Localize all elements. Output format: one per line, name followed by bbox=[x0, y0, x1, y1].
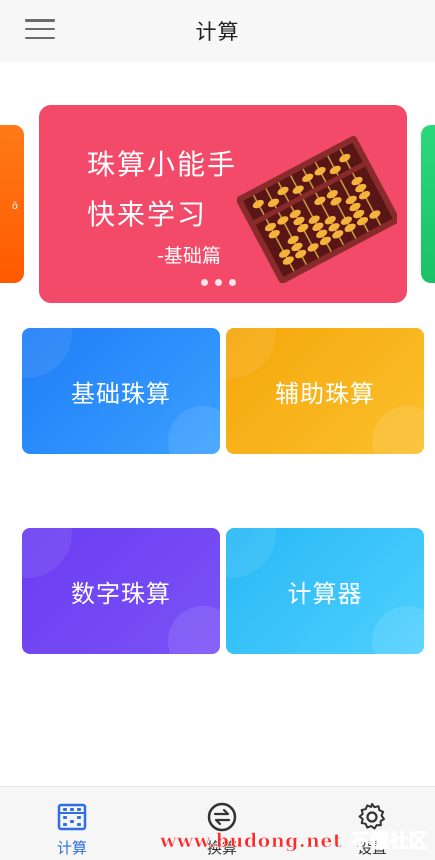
digital-abacus-button[interactable]: 数字珠算 bbox=[22, 528, 220, 654]
banner-subtitle: -基础篇 bbox=[157, 245, 221, 267]
carousel-banner[interactable]: 珠算小能手 快来学习 -基础篇 bbox=[39, 105, 407, 303]
app-header: 计算 bbox=[0, 0, 435, 62]
carousel-dot-2[interactable] bbox=[215, 279, 222, 286]
page-title: 计算 bbox=[195, 20, 240, 44]
abacus-icon bbox=[57, 803, 87, 831]
watermark-site: www.budong.net bbox=[160, 830, 343, 853]
basic-abacus-button[interactable]: 基础珠算 bbox=[22, 328, 220, 454]
calculator-button[interactable]: 计算器 bbox=[226, 528, 424, 654]
watermark: www.budong.net 不懂社区 bbox=[160, 826, 428, 853]
carousel-dot-1[interactable] bbox=[201, 279, 208, 286]
hamburger-menu-icon[interactable] bbox=[25, 17, 55, 41]
abacus-illustration bbox=[237, 135, 397, 283]
carousel-indicator bbox=[201, 279, 236, 286]
banner-title-line2: 快来学习 bbox=[87, 198, 208, 231]
carousel-next-slide[interactable] bbox=[421, 125, 435, 283]
banner-title-line1: 珠算小能手 bbox=[87, 148, 238, 181]
carousel-prev-slide[interactable]: ō bbox=[0, 125, 24, 283]
tile-label: 数字珠算 bbox=[71, 579, 171, 608]
tile-label: 基础珠算 bbox=[71, 379, 171, 408]
carousel-dot-3[interactable] bbox=[229, 279, 236, 286]
nav-tab-calculate[interactable]: 计算 bbox=[12, 787, 132, 860]
watermark-brand: 不懂社区 bbox=[350, 830, 429, 853]
nav-label-calculate: 计算 bbox=[56, 839, 87, 857]
tile-label: 计算器 bbox=[287, 579, 363, 608]
auxiliary-abacus-button[interactable]: 辅助珠算 bbox=[226, 328, 424, 454]
tile-label: 辅助珠算 bbox=[275, 379, 375, 408]
